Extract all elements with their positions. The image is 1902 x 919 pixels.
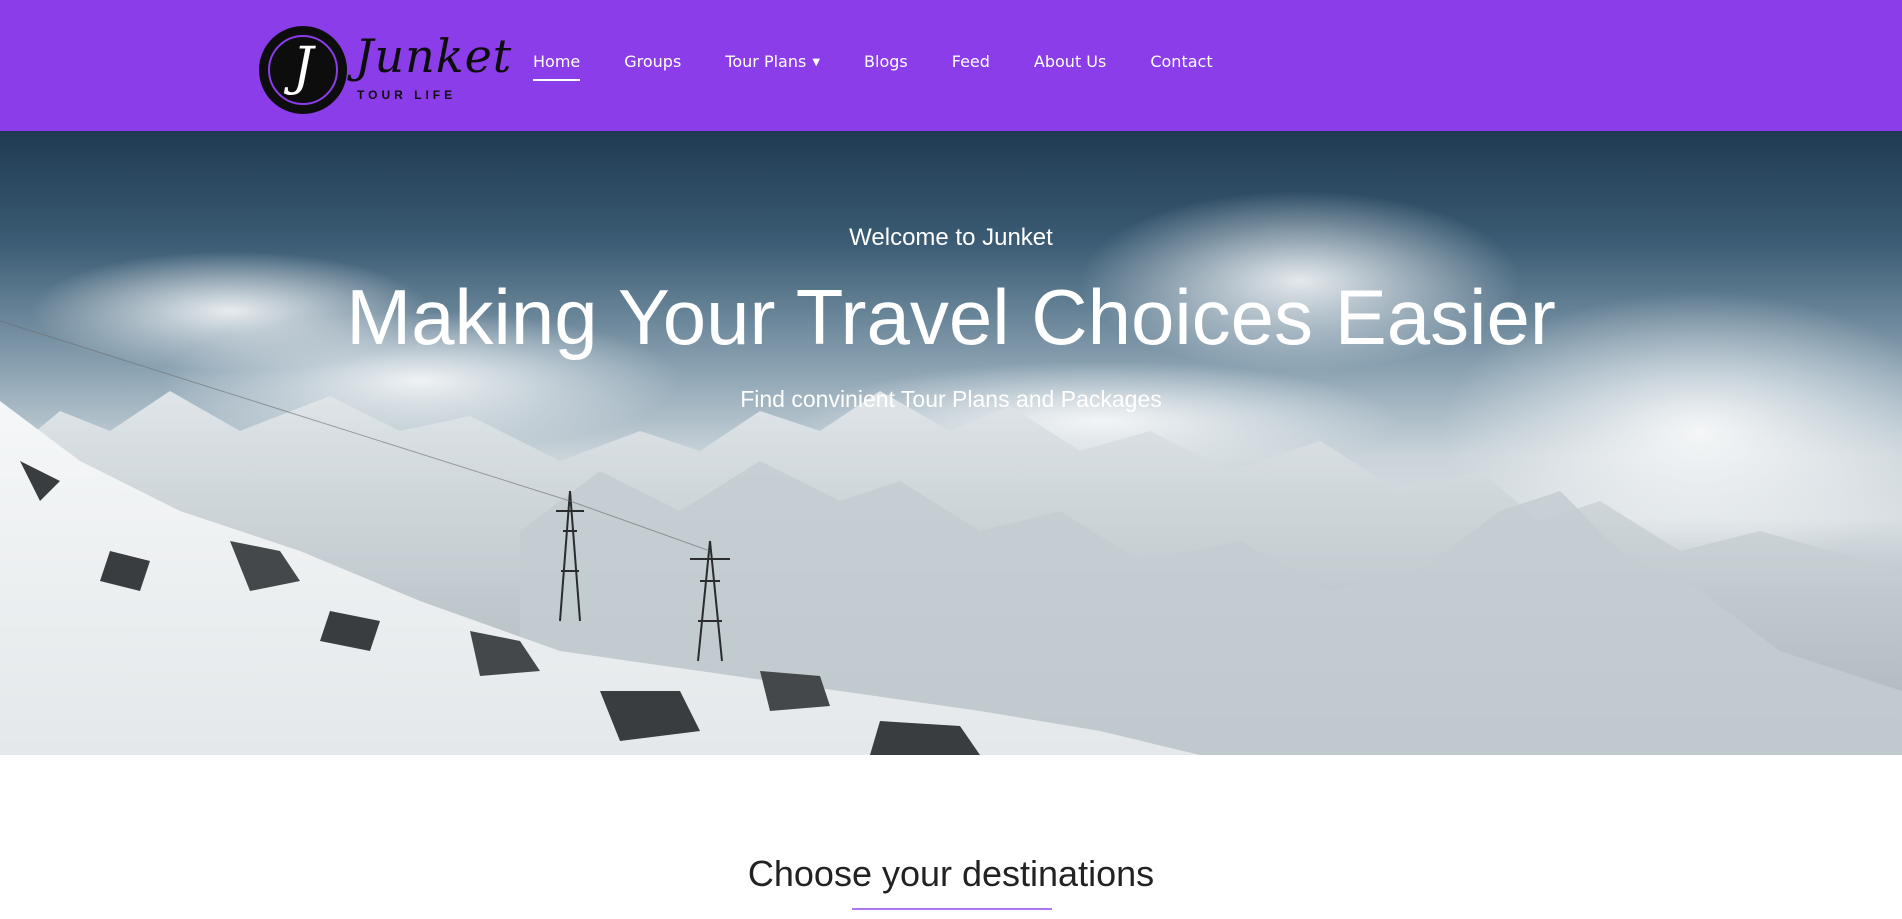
nav-item-label: About Us [1033, 52, 1107, 71]
nav-item-feed[interactable]: Feed [952, 50, 990, 74]
logo-letter: J [292, 37, 314, 97]
nav-item-contact[interactable]: Contact [1150, 50, 1212, 74]
nav-item-blogs[interactable]: Blogs [864, 50, 908, 74]
hero-banner: Welcome to Junket Making Your Travel Cho… [0, 131, 1902, 755]
logo-wordmark: Junket [355, 29, 513, 83]
hero-subtitle: Find convinient Tour Plans and Packages [740, 386, 1162, 412]
chevron-down-icon: ▼ [812, 57, 821, 68]
hero-eyebrow: Welcome to Junket [849, 224, 1053, 251]
main-nav: Home Groups Tour Plans ▼ Blogs Feed About… [533, 50, 1257, 81]
site-header: J Junket TOUR LIFE Home Groups Tour Plan… [0, 0, 1902, 131]
nav-item-label: Blogs [864, 52, 908, 71]
nav-item-label: Contact [1150, 52, 1213, 71]
nav-item-tour-plans[interactable]: Tour Plans ▼ [725, 50, 820, 75]
nav-item-about-us[interactable]: About Us [1034, 50, 1106, 74]
logo-badge: J [259, 26, 347, 114]
hero-title: Making Your Travel Choices Easier [346, 273, 1556, 361]
section-title: Choose your destinations [747, 853, 1155, 894]
nav-item-label: Feed [951, 52, 990, 71]
nav-item-label: Home [533, 52, 581, 71]
logo-tagline: TOUR LIFE [357, 88, 457, 102]
site-logo[interactable]: J Junket TOUR LIFE [259, 26, 511, 114]
nav-item-home[interactable]: Home [533, 50, 581, 81]
nav-item-groups[interactable]: Groups [624, 50, 681, 74]
section-title-underline [852, 908, 1052, 910]
nav-item-label: Groups [624, 52, 682, 71]
nav-item-label: Tour Plans [725, 52, 807, 71]
